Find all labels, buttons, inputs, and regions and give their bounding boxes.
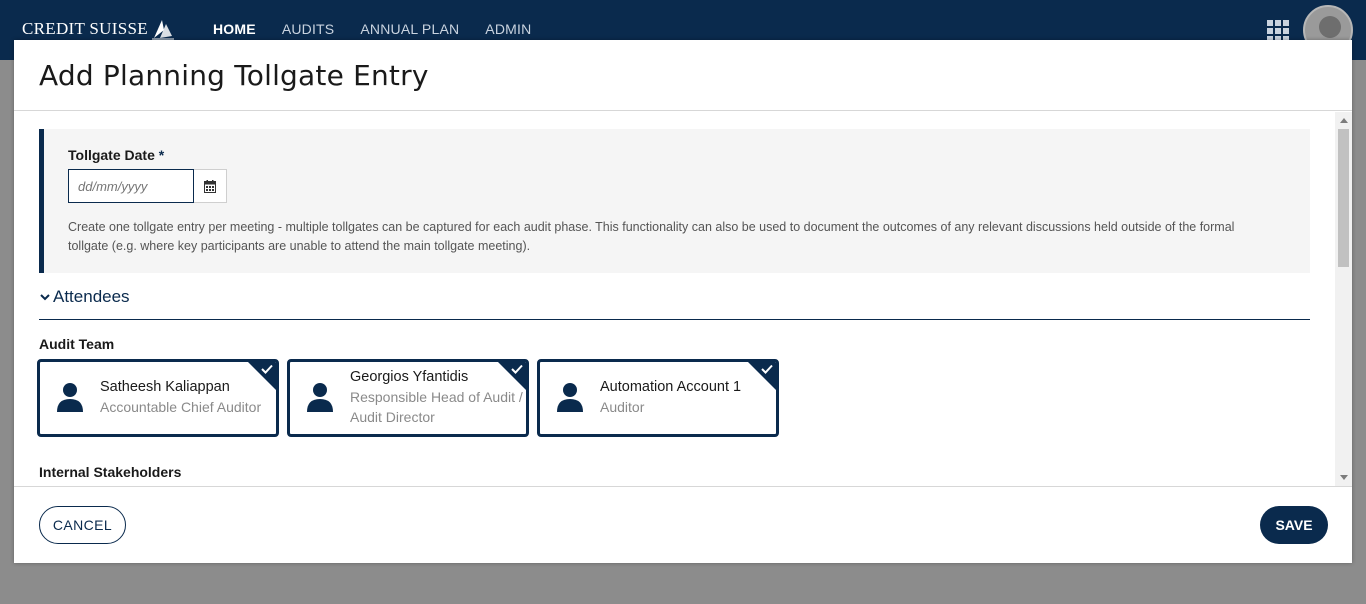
attendee-card[interactable]: Satheesh Kaliappan Accountable Chief Aud…: [37, 359, 279, 437]
tollgate-date-label: Tollgate Date *: [68, 147, 1310, 163]
sails-logo-icon: [151, 20, 174, 40]
person-icon: [557, 383, 583, 412]
scroll-up-arrow-icon[interactable]: [1340, 118, 1348, 123]
scrollbar-thumb[interactable]: [1338, 129, 1349, 267]
nav-item-annual-plan[interactable]: ANNUAL PLAN: [360, 21, 459, 37]
apps-grid-icon[interactable]: [1267, 20, 1289, 42]
attendee-role: Accountable Chief Auditor: [100, 399, 262, 415]
add-tollgate-dialog: Add Planning Tollgate Entry Tollgate Dat…: [14, 40, 1352, 563]
dialog-scrollbar[interactable]: [1335, 112, 1352, 486]
cancel-button[interactable]: CANCEL: [39, 506, 126, 544]
calendar-icon: [204, 179, 216, 193]
section-divider: [39, 319, 1310, 320]
tollgate-date-input[interactable]: [68, 169, 194, 203]
date-picker: [68, 169, 1310, 203]
required-marker: *: [158, 147, 165, 163]
attendee-role: Responsible Head of Audit / Audit Direct…: [350, 389, 523, 425]
main-nav: HOME AUDITS ANNUAL PLAN ADMIN: [213, 21, 531, 37]
check-icon: [261, 364, 273, 374]
scroll-down-arrow-icon[interactable]: [1340, 475, 1348, 480]
audit-team-title: Audit Team: [39, 336, 115, 352]
chevron-down-icon: [40, 294, 50, 301]
tollgate-help-text: Create one tollgate entry per meeting - …: [68, 220, 1235, 253]
save-button[interactable]: SAVE: [1260, 506, 1328, 544]
attendee-info: Satheesh Kaliappan Accountable Chief Aud…: [100, 379, 261, 417]
attendee-name: Satheesh Kaliappan: [100, 379, 230, 395]
attendee-card[interactable]: Automation Account 1 Auditor: [537, 359, 779, 437]
check-icon: [511, 364, 523, 374]
internal-stakeholders-title: Internal Stakeholders: [39, 464, 182, 480]
dialog-header: Add Planning Tollgate Entry: [14, 40, 1352, 111]
calendar-button[interactable]: [194, 169, 227, 203]
brand-name: CREDIT SUISSE: [22, 19, 148, 38]
attendees-section-label: Attendees: [53, 287, 130, 306]
brand-logo[interactable]: CREDIT SUISSE: [22, 18, 176, 40]
attendee-name: Automation Account 1: [600, 379, 742, 395]
dialog-title: Add Planning Tollgate Entry: [39, 58, 429, 92]
tollgate-date-panel: Tollgate Date * dd/mm/yyyy Create one to…: [39, 129, 1310, 273]
attendee-role: Auditor: [600, 399, 645, 415]
attendee-card[interactable]: Georgios Yfantidis Responsible Head of A…: [287, 359, 529, 437]
audit-team-list: Satheesh Kaliappan Accountable Chief Aud…: [37, 359, 779, 437]
person-icon: [57, 383, 83, 412]
dialog-body: Tollgate Date * dd/mm/yyyy Create one to…: [14, 112, 1352, 486]
check-icon: [761, 364, 773, 374]
nav-item-admin[interactable]: ADMIN: [485, 21, 531, 37]
attendee-info: Automation Account 1 Auditor: [600, 379, 741, 417]
person-icon: [307, 383, 333, 412]
attendees-section-toggle[interactable]: Attendees: [39, 287, 130, 307]
nav-item-home[interactable]: HOME: [213, 21, 256, 37]
tollgate-date-label-text: Tollgate Date: [68, 147, 155, 163]
nav-item-audits[interactable]: AUDITS: [282, 21, 335, 37]
dialog-footer: CANCEL SAVE: [14, 486, 1352, 563]
